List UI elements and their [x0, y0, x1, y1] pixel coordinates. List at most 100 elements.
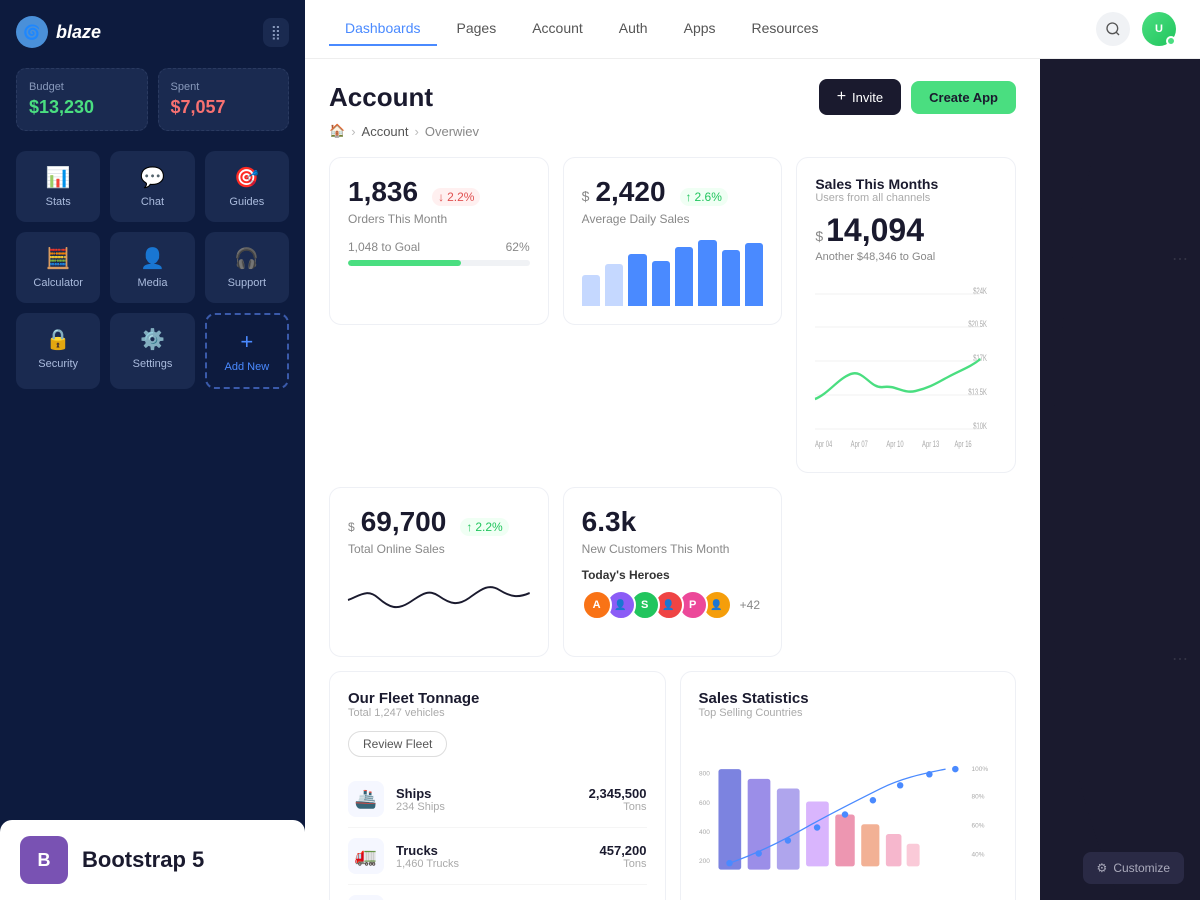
nav-link-auth[interactable]: Auth: [603, 12, 664, 46]
spent-value: $7,057: [171, 97, 277, 118]
right-panel: ⋯ ⋯: [1040, 59, 1200, 900]
ships-amount: 2,345,500 Tons: [589, 786, 647, 813]
total-sales-label: Total Online Sales: [348, 542, 530, 556]
media-label: Media: [138, 277, 168, 289]
sidebar-item-security[interactable]: 🔒 Security: [16, 313, 100, 389]
spent-card: Spent $7,057: [158, 68, 290, 131]
customize-button[interactable]: ⚙ Customize: [1083, 852, 1184, 884]
nav-grid: 📊 Stats 💬 Chat 🎯 Guides 🧮 Calculator 👤 M…: [16, 151, 289, 389]
user-avatar[interactable]: U: [1142, 12, 1176, 46]
svg-text:Apr 04: Apr 04: [815, 439, 832, 450]
nav-link-pages[interactable]: Pages: [441, 12, 513, 46]
total-sales-arrow: ↑: [466, 520, 472, 534]
bottom-section: Our Fleet Tonnage Total 1,247 vehicles R…: [329, 671, 1016, 900]
media-icon: 👤: [140, 246, 165, 271]
svg-text:$10K: $10K: [974, 421, 988, 432]
nav-link-dashboards[interactable]: Dashboards: [329, 12, 437, 46]
budget-label: Budget: [29, 81, 135, 93]
total-sales-card: $ 69,700 ↑ 2.2% Total Online Sales: [329, 487, 549, 657]
sidebar-item-settings[interactable]: ⚙️ Settings: [110, 313, 194, 389]
review-fleet-button[interactable]: Review Fleet: [348, 731, 447, 757]
spacer: [796, 487, 1016, 657]
budget-value: $13,230: [29, 97, 135, 118]
create-app-button[interactable]: Create App: [911, 81, 1016, 114]
sidebar-item-calculator[interactable]: 🧮 Calculator: [16, 232, 100, 303]
nav-link-apps[interactable]: Apps: [668, 12, 732, 46]
logo-area: 🌀 blaze: [16, 16, 101, 48]
sales-month-title: Sales This Months: [815, 176, 997, 192]
top-nav-right: U: [1096, 12, 1176, 46]
sidebar-item-media[interactable]: 👤 Media: [110, 232, 194, 303]
svg-text:600: 600: [699, 800, 710, 807]
security-icon: 🔒: [46, 327, 71, 352]
nav-link-account[interactable]: Account: [516, 12, 599, 46]
hero-avatar-1: A: [582, 590, 612, 620]
sidebar-item-stats[interactable]: 📊 Stats: [16, 151, 100, 222]
ships-icon: 🚢: [348, 781, 384, 817]
fleet-title: Our Fleet Tonnage: [348, 690, 647, 707]
sidebar-header: 🌀 blaze ⣿: [16, 16, 289, 48]
daily-sales-chart: [582, 236, 764, 306]
settings-icon: ⚙️: [140, 327, 165, 352]
orders-label: Orders This Month: [348, 212, 530, 226]
settings-label: Settings: [133, 358, 173, 370]
support-label: Support: [228, 277, 267, 289]
support-icon: 🎧: [234, 246, 259, 271]
breadcrumb-overview: Overwiev: [425, 124, 479, 139]
nav-link-resources[interactable]: Resources: [736, 12, 835, 46]
sales-month-value: 14,094: [826, 212, 924, 249]
trucks-amount: 457,200 Tons: [600, 843, 647, 870]
calculator-label: Calculator: [33, 277, 83, 289]
logo-icon: 🌀: [16, 16, 48, 48]
menu-icon[interactable]: ⣿: [263, 18, 289, 47]
sidebar-item-support[interactable]: 🎧 Support: [205, 232, 289, 303]
daily-sales-value: 2,420: [595, 176, 665, 208]
chat-icon: 💬: [140, 165, 165, 190]
bootstrap-icon: B: [20, 836, 68, 884]
bootstrap-badge: B Bootstrap 5: [0, 820, 305, 900]
invite-button[interactable]: + Invite: [819, 79, 901, 115]
page-area: Account + Invite Create App 🏠 › Account …: [305, 59, 1200, 900]
logo-text: blaze: [56, 22, 101, 43]
top-nav: Dashboards Pages Account Auth Apps Resou…: [305, 0, 1200, 59]
svg-text:80%: 80%: [971, 793, 984, 800]
spent-label: Spent: [171, 81, 277, 93]
page-title: Account: [329, 82, 433, 113]
daily-sales-change: ↑ 2.6%: [680, 188, 728, 206]
orders-card: 1,836 ↓ 2.2% Orders This Month 1,048 to …: [329, 157, 549, 325]
sidebar-item-add-new[interactable]: + Add New: [205, 313, 289, 389]
budget-card: Budget $13,230: [16, 68, 148, 131]
total-sales-value: 69,700: [361, 506, 447, 538]
svg-text:Apr 13: Apr 13: [922, 439, 939, 450]
sales-statistics-chart: 800 600 400 200: [699, 731, 998, 900]
svg-text:Apr 07: Apr 07: [851, 439, 868, 450]
svg-text:$13.5K: $13.5K: [969, 387, 987, 398]
panel-icon-2: ⋯: [1172, 649, 1188, 669]
budget-cards: Budget $13,230 Spent $7,057: [16, 68, 289, 131]
svg-text:400: 400: [699, 829, 710, 836]
breadcrumb-account[interactable]: Account: [362, 124, 409, 139]
page-header: Account + Invite Create App: [329, 79, 1016, 115]
search-button[interactable]: [1096, 12, 1130, 46]
sales-stats-subtitle: Top Selling Countries: [699, 707, 998, 719]
invite-plus-icon: +: [837, 88, 846, 106]
sales-month-goal: Another $48,346 to Goal: [815, 251, 997, 263]
heroes-section: Today's Heroes A 👤 S 👤 P: [582, 568, 764, 620]
stats-icon: 📊: [46, 165, 71, 190]
fleet-card: Our Fleet Tonnage Total 1,247 vehicles R…: [329, 671, 666, 900]
svg-text:$20.5K: $20.5K: [969, 319, 987, 330]
daily-sales-card: $ 2,420 ↑ 2.6% Average Daily Sales: [563, 157, 783, 325]
stats-label: Stats: [46, 196, 71, 208]
ships-info: Ships 234 Ships: [396, 786, 589, 813]
sidebar-item-chat[interactable]: 💬 Chat: [110, 151, 194, 222]
heroes-label: Today's Heroes: [582, 568, 764, 582]
orders-arrow-down: ↓: [438, 190, 444, 204]
daily-sales-arrow: ↑: [686, 190, 692, 204]
ships-sub: 234 Ships: [396, 801, 589, 813]
ships-unit: Tons: [589, 801, 647, 813]
svg-text:Apr 10: Apr 10: [887, 439, 904, 450]
page-content: Account + Invite Create App 🏠 › Account …: [305, 59, 1040, 900]
sidebar-item-guides[interactable]: 🎯 Guides: [205, 151, 289, 222]
guides-icon: 🎯: [234, 165, 259, 190]
svg-text:60%: 60%: [971, 822, 984, 829]
